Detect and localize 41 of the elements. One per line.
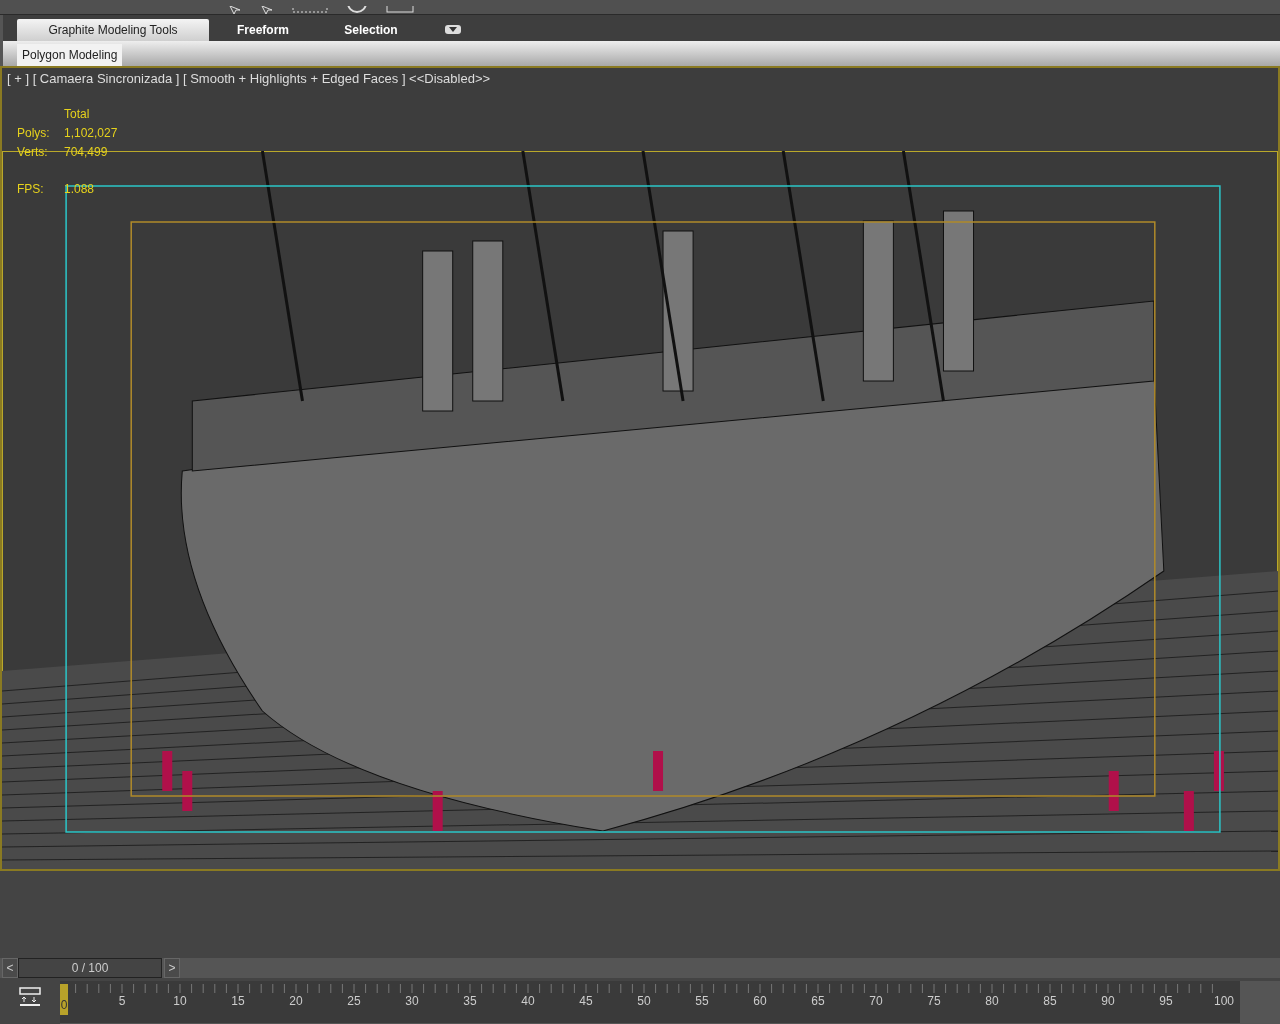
frame-number: 0 [60, 984, 68, 1015]
frame-number: 70 [869, 994, 883, 1008]
ribbon-panel-tab[interactable]: Polygon Modeling [17, 44, 123, 66]
frame-number: 20 [289, 994, 303, 1008]
arrow-cursor-icon[interactable] [228, 6, 242, 14]
window-icon[interactable] [386, 6, 416, 14]
dropdown-button[interactable] [445, 25, 461, 34]
arrow-cursor-icon[interactable] [260, 6, 274, 14]
frame-number: 10 [173, 994, 187, 1008]
track-bar[interactable]: 0 5 10 15 20 25 30 35 40 45 50 55 60 65 70 75 80 85 90 95 100 [60, 981, 1240, 1024]
frame-number: 75 [927, 994, 941, 1008]
time-slider-thumb[interactable]: 0 / 100 [18, 958, 162, 978]
frame-number: 35 [463, 994, 477, 1008]
frame-number: 65 [811, 994, 825, 1008]
next-frame-button[interactable]: > [164, 958, 180, 978]
caret-icon [449, 27, 457, 32]
stats-header: Total [64, 106, 91, 122]
frame-number: 5 [118, 994, 126, 1008]
frame-number: 15 [231, 994, 245, 1008]
frame-number: 55 [695, 994, 709, 1008]
ribbon-tab[interactable]: Graphite Modeling Tools [17, 19, 209, 41]
viewport-label[interactable]: [ + ] [ Camaera Sincronizada ] [ Smooth + Highlights + Edged Faces ] <<Disabled>> [7, 71, 491, 86]
frame-number: 40 [521, 994, 535, 1008]
frame-number: 45 [579, 994, 593, 1008]
stat-value: 1,102,027 [64, 125, 118, 141]
fps-label: FPS: [17, 181, 45, 197]
ribbon-tab[interactable]: Selection [317, 19, 425, 41]
ribbon-tab[interactable]: Freeform [209, 19, 317, 41]
frame-number: 80 [985, 994, 999, 1008]
track-bar-end-panel [1240, 981, 1280, 1024]
previous-frame-button[interactable]: < [2, 958, 18, 978]
frame-number: 60 [753, 994, 767, 1008]
frame-number: 100 [1214, 994, 1234, 1008]
stat-label: Polys: [17, 125, 51, 141]
frame-number: 90 [1101, 994, 1115, 1008]
frame-number: 95 [1159, 994, 1173, 1008]
frame-number: 85 [1043, 994, 1057, 1008]
frame-number: 30 [405, 994, 419, 1008]
key-filter-icon[interactable] [19, 987, 41, 1007]
frame-number: 50 [637, 994, 651, 1008]
frame-number: 25 [347, 994, 361, 1008]
